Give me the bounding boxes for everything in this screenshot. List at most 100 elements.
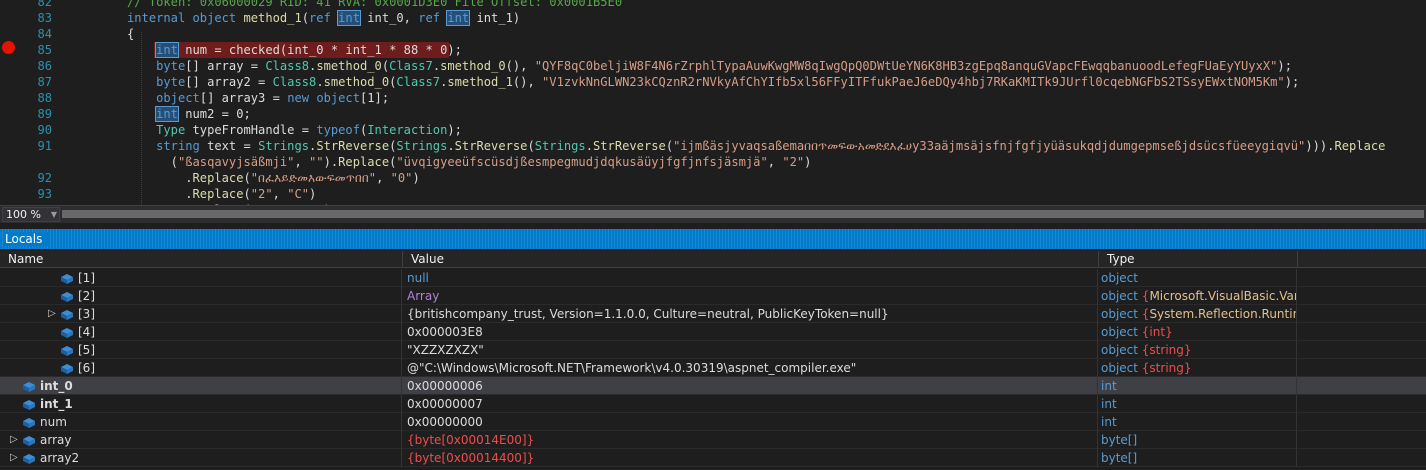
locals-row[interactable]: ▷ array2 {byte[0x00014400]} byte[] <box>0 449 1426 467</box>
locals-row[interactable]: int_0 0x00000006 int <box>0 377 1426 395</box>
locals-row[interactable]: [1] null object <box>0 269 1426 287</box>
code-token: object <box>156 91 200 105</box>
code-token: ref <box>418 11 441 25</box>
variable-name: [2] <box>78 289 95 303</box>
code-token: "2" <box>250 187 273 201</box>
code-token: ( <box>127 155 178 169</box>
code-token: ( <box>665 139 674 153</box>
name-cell: num <box>0 413 402 431</box>
name-cell: [4] <box>0 323 402 341</box>
code-token: , <box>294 155 310 169</box>
code-token: Replace <box>338 155 390 169</box>
local-variable-icon <box>22 416 36 428</box>
name-cell: ▷ array <box>0 431 402 449</box>
value-cell[interactable]: {byte[0x00014E00]} <box>403 431 1098 449</box>
locals-row[interactable]: [5] "XZZXZXZX" object {string} <box>0 341 1426 359</box>
code-line[interactable]: 90 Type typeFromHandle = typeof(Interact… <box>0 122 1426 138</box>
code-token: ) <box>804 155 812 169</box>
code-line[interactable]: 93 .Replace("2", "C") <box>0 186 1426 202</box>
type-token: object <box>1101 361 1142 375</box>
line-number: 92 <box>37 171 52 185</box>
local-variable-icon <box>60 326 74 338</box>
locals-row[interactable]: [4] 0x000003E8 object {int} <box>0 323 1426 341</box>
code-line[interactable]: 88 object[] array3 = new object[1]; <box>0 90 1426 106</box>
variable-name: int_0 <box>40 379 73 393</box>
code-token: [] array = <box>185 59 266 73</box>
value-cell[interactable]: 0x00000007 <box>403 395 1098 413</box>
locals-row[interactable]: [2] Array object {Microsoft.VisualBasic.Va… <box>0 287 1426 305</box>
locals-title-bar[interactable]: Locals <box>0 229 1426 249</box>
variable-name: int_1 <box>40 397 73 411</box>
code-line[interactable]: 89 int num2 = 0; <box>0 106 1426 122</box>
zoom-dropdown[interactable]: 100 % ▼ <box>2 207 60 222</box>
chevron-down-icon: ▼ <box>50 210 57 219</box>
variable-name: array2 <box>40 451 80 465</box>
code-token: object <box>316 91 360 105</box>
locals-row[interactable]: num 0x00000000 int <box>0 413 1426 431</box>
code-line[interactable]: 87 byte[] array2 = Class8.smethod_0(Clas… <box>0 74 1426 90</box>
code-line[interactable]: 83 internal object method_1(ref int int_0… <box>0 10 1426 26</box>
locals-title: Locals <box>5 232 51 246</box>
code-text: byte[] array = Class8.smethod_0(Class7.s… <box>127 58 1292 74</box>
name-cell: [1] <box>0 269 402 287</box>
code-token: num = checked(int_0 * int_1 * 88 * 0); <box>177 43 462 57</box>
variable-name: num <box>40 415 67 429</box>
code-text: .Replace("በፈእይድመእውፍመጥበበ", "0") <box>127 170 420 186</box>
value-cell[interactable]: 0x00000000 <box>403 413 1098 431</box>
horizontal-scrollbar[interactable] <box>62 210 1424 218</box>
column-header-type[interactable]: Type <box>1099 251 1298 268</box>
value-cell[interactable]: {byte[0x00014400]} <box>403 449 1098 467</box>
code-line[interactable]: ("ßasqavyjsäßmji", "").Replace("üvqigyee… <box>0 154 1426 170</box>
code-token: new <box>287 91 310 105</box>
code-text: int num = checked(int_0 * int_1 * 88 * 0… <box>127 42 462 58</box>
breakpoint-icon[interactable] <box>2 41 15 54</box>
value-cell[interactable]: Array <box>403 287 1098 305</box>
code-text: .Replace("2", "C") <box>127 186 316 202</box>
locals-header: Name Value Type <box>0 251 1426 268</box>
type-cell: byte[] <box>1099 449 1297 467</box>
code-token: . <box>127 187 193 201</box>
locals-row[interactable]: [6] @"C:\Windows\Microsoft.NET\Framework\… <box>0 359 1426 377</box>
code-token: ); <box>1277 59 1292 73</box>
code-line[interactable]: 84 { <box>0 26 1426 42</box>
column-header-name[interactable]: Name <box>0 251 403 268</box>
zoom-value: 100 % <box>6 208 41 221</box>
value-cell[interactable]: null <box>403 269 1098 287</box>
code-token: method_1 <box>243 11 302 25</box>
local-variable-icon <box>22 434 36 446</box>
expand-arrow-icon[interactable]: ▷ <box>10 431 20 449</box>
code-token: ). <box>323 155 339 169</box>
locals-row[interactable]: ▷ array {byte[0x00014E00]} byte[] <box>0 431 1426 449</box>
value-cell[interactable]: "XZZXZXZX" <box>403 341 1098 359</box>
variable-name: [1] <box>78 271 95 285</box>
code-text: string text = Strings.StrReverse(Strings… <box>127 138 1385 154</box>
code-token: Type <box>156 123 186 137</box>
value-cell[interactable]: 0x000003E8 <box>403 323 1098 341</box>
expand-arrow-icon[interactable]: ▷ <box>48 305 58 323</box>
locals-row[interactable]: ▷ [3] {britishcompany_trust, Version=1.1.0… <box>0 305 1426 323</box>
scrollbar-thumb[interactable] <box>62 210 1424 218</box>
code-token: StrReverse <box>593 139 666 153</box>
code-token: smethod_1 <box>447 75 513 89</box>
code-line[interactable]: 85 int num = checked(int_0 * int_1 * 88 … <box>0 42 1426 58</box>
local-variable-icon <box>60 308 74 320</box>
value-cell[interactable]: {britishcompany_trust, Version=1.1.0.0, … <box>403 305 1098 323</box>
code-token: "C" <box>287 187 310 201</box>
code-line[interactable]: 92 .Replace("በፈእይድመእውፍመጥበበ", "0") <box>0 170 1426 186</box>
code-token: int_0, <box>360 11 419 25</box>
code-token: "V1zvkNnGLWN23kCQznR2rNVkyAfChYIfb5xl56F… <box>542 75 1285 89</box>
local-variable-icon <box>60 272 74 284</box>
value-cell[interactable]: @"C:\Windows\Microsoft.NET\Framework\v4.… <box>403 359 1098 377</box>
expand-arrow-icon[interactable]: ▷ <box>10 449 20 467</box>
code-line[interactable]: 91 string text = Strings.StrReverse(Stri… <box>0 138 1426 154</box>
code-editor[interactable]: 82 // Token: 0x06000029 RID: 41 RVA: 0x00… <box>0 0 1426 205</box>
column-header-value[interactable]: Value <box>403 251 1099 268</box>
code-line[interactable]: 82 // Token: 0x06000029 RID: 41 RVA: 0x00… <box>0 0 1426 10</box>
code-token: ( <box>301 11 310 25</box>
value-cell[interactable]: 0x00000006 <box>403 377 1098 395</box>
code-line[interactable]: 86 byte[] array = Class8.smethod_0(Class… <box>0 58 1426 74</box>
code-token: . <box>585 139 593 153</box>
locals-row[interactable]: int_1 0x00000007 int <box>0 395 1426 413</box>
code-text: // Token: 0x06000029 RID: 41 RVA: 0x0001… <box>127 0 622 10</box>
